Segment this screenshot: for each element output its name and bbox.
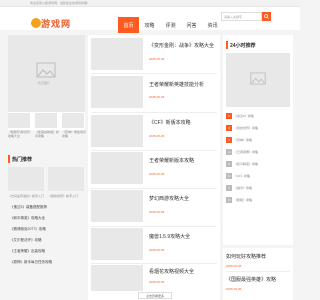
image-placeholder-caption: 暂无图片 bbox=[38, 81, 51, 85]
image-placeholder-icon bbox=[36, 62, 56, 78]
featured-image[interactable]: 暂无图片 bbox=[8, 35, 85, 112]
hot-section-title: 热门推荐 bbox=[12, 157, 33, 163]
article-title[interactable]: 梦幻西游攻略大全 bbox=[149, 195, 189, 202]
search-input[interactable]: 请输入关键字 bbox=[221, 12, 262, 21]
article-title[interactable]: 《CF》新版本攻略 bbox=[149, 119, 191, 126]
recommend-item[interactable]: 《暖暖》攻略 bbox=[234, 198, 252, 202]
article-thumb[interactable] bbox=[91, 76, 143, 108]
hot-card-image[interactable] bbox=[8, 167, 44, 191]
rank-number: 8 bbox=[226, 197, 232, 203]
lower-item-date: 2025-05-06 bbox=[226, 287, 242, 291]
hot-card-image[interactable] bbox=[48, 167, 84, 191]
top-notice-bar: 欢迎来到火星游戏网：最新最全的游戏攻略！ bbox=[0, 0, 300, 7]
rank-number: 3 bbox=[226, 137, 232, 143]
article-thumb[interactable] bbox=[91, 228, 143, 260]
article-title[interactable]: 王者荣耀新英雄技能分析 bbox=[149, 81, 204, 88]
divider bbox=[91, 263, 217, 264]
recommend-item[interactable]: 《鬼泣5》攻略 bbox=[234, 114, 254, 118]
rank-number: 5 bbox=[226, 161, 232, 167]
lower-item-title[interactable]: 《国服最强英雄》攻略 bbox=[226, 276, 276, 283]
brand-logo-icon[interactable] bbox=[31, 18, 41, 28]
rank-number: 6 bbox=[226, 173, 232, 179]
hot-list-item[interactable]: 《赛博朋克2077》攻略 bbox=[10, 227, 46, 232]
load-more-button[interactable]: 点击查看更多 bbox=[138, 292, 172, 299]
search-button[interactable] bbox=[262, 12, 271, 21]
hot-list-item[interactable]: 《鬼泣5》装备搭配推荐 bbox=[10, 205, 47, 210]
hot-list-item[interactable]: 《原神》新手每日任务攻略 bbox=[10, 260, 52, 265]
brand-name[interactable]: 游戏网 bbox=[41, 17, 71, 30]
section-marker bbox=[8, 155, 10, 163]
nav-qa[interactable]: 问答 bbox=[181, 17, 202, 33]
recommend-item[interactable]: 《王者荣耀》攻略 bbox=[234, 150, 258, 154]
article-date: 2025-05-06 bbox=[149, 134, 165, 138]
recommend-item[interactable]: 《我的世界》攻略 bbox=[234, 126, 258, 130]
article-thumb[interactable] bbox=[91, 115, 143, 147]
thumb-title[interactable]: 《原神》角色培养攻略 bbox=[62, 130, 86, 138]
article-thumb[interactable] bbox=[91, 265, 143, 291]
rank-number: 4 bbox=[226, 149, 232, 155]
recommend-item[interactable]: 《和平精英》攻略 bbox=[234, 162, 258, 166]
recommend-item[interactable]: 《魔兽》攻略 bbox=[234, 186, 252, 190]
image-placeholder-icon bbox=[250, 72, 266, 85]
thumb-image[interactable] bbox=[62, 113, 84, 128]
article-date: 2025-05-06 bbox=[149, 280, 165, 284]
hot-list-item[interactable]: 《艾尔登法环》攻略 bbox=[10, 238, 42, 243]
divider bbox=[91, 73, 217, 74]
hot-card-title[interactable]: 《方舟生存进化》新手入门 bbox=[8, 194, 44, 198]
nav-news[interactable]: 资讯 bbox=[202, 17, 223, 33]
article-date: 2025-05-06 bbox=[149, 57, 165, 61]
hot-list-item[interactable]: 《王者荣耀》出装攻略 bbox=[10, 249, 45, 254]
article-date: 2025-05-06 bbox=[149, 248, 165, 252]
nav-guides[interactable]: 攻略 bbox=[139, 17, 160, 33]
recommend-item[interactable]: 《原神》攻略 bbox=[234, 138, 252, 142]
lower-item-title[interactable]: 如何玩好攻略推荐 bbox=[226, 253, 266, 260]
article-thumb[interactable] bbox=[91, 152, 143, 184]
hot-card-title[interactable]: 《我的世界》新手入门 bbox=[48, 194, 78, 198]
divider bbox=[226, 271, 290, 272]
article-date: 2025-05-06 bbox=[149, 210, 165, 214]
article-title[interactable]: 王者荣耀新版本攻略 bbox=[149, 157, 194, 164]
thumb-title[interactable]: 《星露谷物语》新手攻略 bbox=[35, 130, 59, 138]
article-date: 2025-05-06 bbox=[149, 95, 165, 99]
hot-list-item[interactable]: 《和平精英》攻略大全 bbox=[10, 216, 45, 221]
rank-number: 7 bbox=[226, 185, 232, 191]
recommend-title: 24小时推荐 bbox=[230, 43, 256, 49]
article-title[interactable]: 《变形金刚：战争》攻略大全 bbox=[149, 42, 214, 49]
article-thumb[interactable] bbox=[91, 38, 143, 70]
divider bbox=[91, 188, 217, 189]
recommend-image[interactable] bbox=[226, 53, 290, 107]
top-notice-text: 欢迎来到火星游戏网：最新最全的游戏攻略！ bbox=[30, 1, 91, 5]
section-marker bbox=[226, 41, 228, 49]
recommend-item[interactable]: 《CF》攻略 bbox=[234, 174, 250, 178]
rank-number: 1 bbox=[226, 113, 232, 119]
nav-home[interactable]: 首页 bbox=[118, 17, 139, 33]
article-title[interactable]: 魔兽1.5.9攻略大全 bbox=[149, 233, 190, 240]
thumb-title[interactable]: 《暖暖环游世界》攻略大全 bbox=[8, 130, 32, 138]
article-title[interactable]: 看烟花攻略视频大全 bbox=[149, 268, 194, 275]
nav-reviews[interactable]: 评测 bbox=[160, 17, 181, 33]
thumb-image[interactable] bbox=[8, 113, 30, 128]
rank-number: 2 bbox=[226, 125, 232, 131]
divider bbox=[91, 226, 217, 227]
divider bbox=[91, 112, 217, 113]
article-thumb[interactable] bbox=[91, 190, 143, 222]
divider bbox=[91, 150, 217, 151]
thumb-image[interactable] bbox=[35, 113, 57, 128]
lower-item-date: 2025-05-06 bbox=[226, 264, 242, 268]
search-icon bbox=[264, 14, 269, 19]
article-date: 2025-05-06 bbox=[149, 172, 165, 176]
